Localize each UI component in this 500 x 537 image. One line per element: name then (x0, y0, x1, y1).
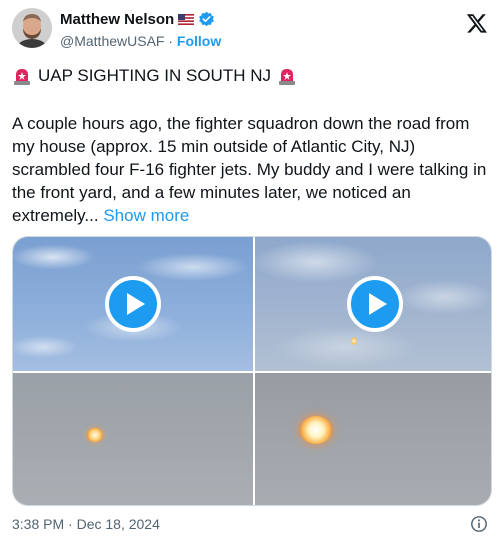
info-icon[interactable] (470, 515, 488, 533)
play-button-icon[interactable] (105, 276, 161, 332)
glowing-orb (87, 428, 103, 442)
tweet-headline: UAP SIGHTING IN SOUTH NJ (12, 65, 488, 87)
tweet-header: Matthew Nelson @MatthewUSAF · Follow (12, 8, 488, 56)
glowing-orb-large (300, 416, 332, 444)
verified-badge-icon (199, 11, 215, 27)
name-row: Matthew Nelson (60, 11, 215, 28)
headline-text: UAP SIGHTING IN SOUTH NJ (38, 66, 271, 85)
media-tile-video-1[interactable] (13, 237, 253, 371)
handle-row: @MatthewUSAF · Follow (60, 33, 221, 49)
light-speck (351, 337, 357, 345)
media-tile-image-1[interactable] (13, 373, 253, 505)
media-grid (12, 236, 492, 506)
rotating-light-icon (279, 69, 295, 85)
us-flag-icon (178, 14, 195, 25)
tweet-footer: 3:38 PM · Dec 18, 2024 (12, 515, 488, 533)
tweet-body-text: A couple hours ago, the fighter squadron… (12, 114, 487, 225)
timestamp[interactable]: 3:38 PM · Dec 18, 2024 (12, 516, 160, 532)
show-more-link[interactable]: Show more (103, 206, 189, 225)
avatar-photo (12, 8, 52, 48)
play-button-icon[interactable] (347, 276, 403, 332)
display-name[interactable]: Matthew Nelson (60, 11, 174, 28)
media-tile-video-2[interactable] (255, 237, 491, 371)
follow-button[interactable]: Follow (177, 33, 221, 49)
avatar[interactable] (12, 8, 52, 48)
x-logo-icon[interactable] (466, 12, 488, 34)
separator: · (168, 33, 174, 49)
handle[interactable]: @MatthewUSAF (60, 33, 164, 49)
media-tile-image-2[interactable] (255, 373, 491, 505)
tweet-body: A couple hours ago, the fighter squadron… (12, 112, 490, 227)
rotating-light-icon (14, 69, 30, 85)
